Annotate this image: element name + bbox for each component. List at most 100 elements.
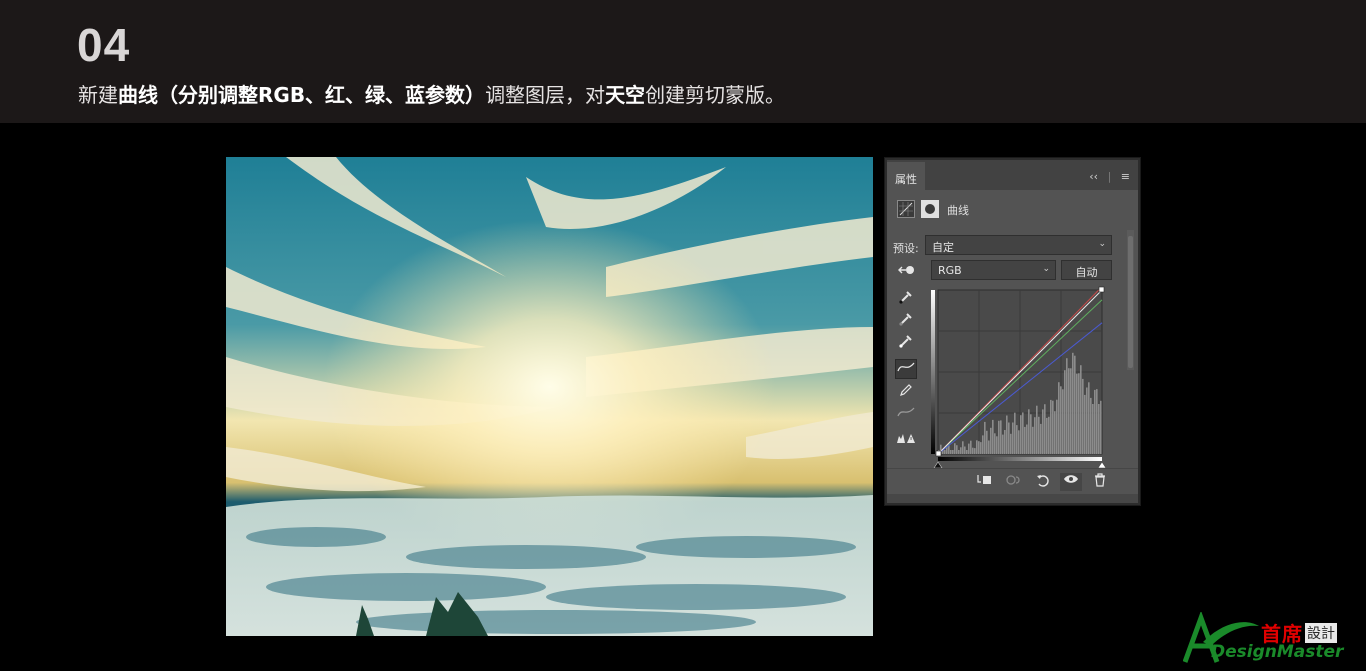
histogram-bar [952,450,954,454]
histogram-bar [1096,389,1098,454]
histogram-bar [1048,416,1050,454]
preset-dropdown[interactable]: 自定 ⌄ [925,235,1112,255]
histogram-bar [1062,389,1064,454]
histogram-bar [950,450,952,454]
hand-target-icon[interactable] [895,261,917,281]
histogram-bar [1040,423,1042,454]
histogram-bar [990,427,992,454]
histogram-bar [1086,387,1088,454]
histogram-bar [984,421,986,454]
histogram-bar [960,447,962,454]
histogram-bar [980,442,982,454]
histogram-bar [1004,430,1006,454]
histogram-bar [1012,422,1014,454]
channel-dropdown[interactable]: RGB ⌄ [931,260,1056,280]
histogram-bar [954,443,956,454]
instruction-text: 调整图层，对 [485,83,606,107]
histogram-bar [1020,415,1022,454]
preset-label: 预设: [893,242,919,255]
clipping-warning-icon[interactable] [895,430,917,450]
smooth-curve-icon[interactable] [895,405,917,425]
instruction-bold: 天空 [605,83,646,107]
input-gradient-bar [938,457,1102,461]
histogram-bar [1070,368,1072,454]
gray-eyedropper-icon[interactable] [895,311,917,331]
histogram-bar [994,433,996,454]
histogram-bar [1060,386,1062,454]
designmaster-logo: 首席 設計 DesignMaster [1183,612,1359,664]
instruction-text: 新建 [78,83,118,107]
step-number: 04 [77,19,131,71]
pencil-icon[interactable] [895,382,917,402]
black-point-handle[interactable] [935,450,942,457]
instruction-bold: 曲线（分别调整RGB、红、绿、蓝参数） [118,83,486,107]
delete-adjustment-icon[interactable] [1089,473,1111,491]
hamburger-menu-icon[interactable]: ≡ [1121,170,1130,183]
channel-value: RGB [938,264,962,277]
histogram-bar [1082,378,1084,454]
properties-panel-body: 属性 ‹‹ | ≡ 曲线 预设: 自定 ⌄ RGB ⌄ 自动 [887,160,1138,503]
reset-adjustment-icon[interactable] [1032,473,1054,491]
adjustment-name: 曲线 [947,204,969,217]
histogram-bar [1030,414,1032,454]
histogram-bar [1038,416,1040,454]
histogram-bar [1056,399,1058,454]
histogram-bar [1052,400,1054,454]
histogram-bar [964,446,966,454]
histogram-bar [1022,412,1024,454]
view-previous-state-icon[interactable] [1003,473,1025,491]
histogram-bar [972,447,974,454]
histogram-bar [1078,373,1080,454]
double-chevron-left-icon[interactable]: ‹‹ [1089,170,1098,183]
histogram-bar [1044,404,1046,454]
logo-english: DesignMaster [1211,642,1344,662]
white-eyedropper-icon[interactable] [895,333,917,353]
histogram-bar [956,445,958,454]
histogram-bar [998,420,1000,454]
histogram-bar [1014,412,1016,454]
preset-value: 自定 [932,241,954,254]
histogram-bar [1046,417,1048,454]
panel-bottom-toolbar [887,468,1138,494]
panel-scrollbar[interactable] [1127,230,1134,370]
layer-mask-icon[interactable] [921,200,939,218]
scrollbar-thumb[interactable] [1128,236,1133,368]
histogram-bar [1090,397,1092,454]
tab-properties[interactable]: 属性 [887,162,925,190]
clip-to-layer-icon[interactable] [973,473,995,491]
histogram-bar [1094,389,1096,454]
histogram-bar [962,441,964,454]
histogram-bar [968,443,970,454]
histogram-bar [992,419,994,454]
black-eyedropper-icon[interactable] [895,289,917,309]
histogram-bar [1008,422,1010,454]
curves-graph[interactable] [931,286,1107,471]
histogram-bar [1036,405,1038,454]
white-point-handle[interactable] [1098,286,1105,293]
panel-tab-bar: 属性 ‹‹ | ≡ [887,160,1138,190]
properties-panel: 属性 ‹‹ | ≡ 曲线 预设: 自定 ⌄ RGB ⌄ 自动 [884,157,1141,506]
adjustment-type-row: 曲线 [897,200,1117,220]
tutorial-header: 04 新建曲线（分别调整RGB、红、绿、蓝参数）调整图层，对天空创建剪切蒙版。 [0,0,1366,123]
curves-adjustment-icon[interactable] [897,200,915,218]
histogram-bar [970,440,972,454]
histogram-bar [1092,404,1094,454]
histogram-bar [1010,433,1012,454]
histogram-bar [978,441,980,454]
instruction-text: 创建剪切蒙版。 [645,83,786,107]
sky-photo [226,157,873,636]
histogram-bar [1098,404,1100,454]
histogram-bar [1058,382,1060,454]
curve-point-icon[interactable] [895,359,917,379]
histogram-bar [1088,382,1090,454]
histogram-bar [1028,409,1030,454]
histogram-bar [1000,420,1002,454]
histogram-bar [1026,424,1028,454]
histogram-bar [996,436,998,454]
histogram-bar [1032,426,1034,454]
toggle-visibility-icon[interactable] [1060,473,1082,491]
auto-button[interactable]: 自动 [1061,260,1112,280]
histogram-bar [1064,370,1066,454]
chevron-down-icon: ⌄ [1098,239,1106,249]
panel-controls: ‹‹ | ≡ [1083,170,1130,183]
